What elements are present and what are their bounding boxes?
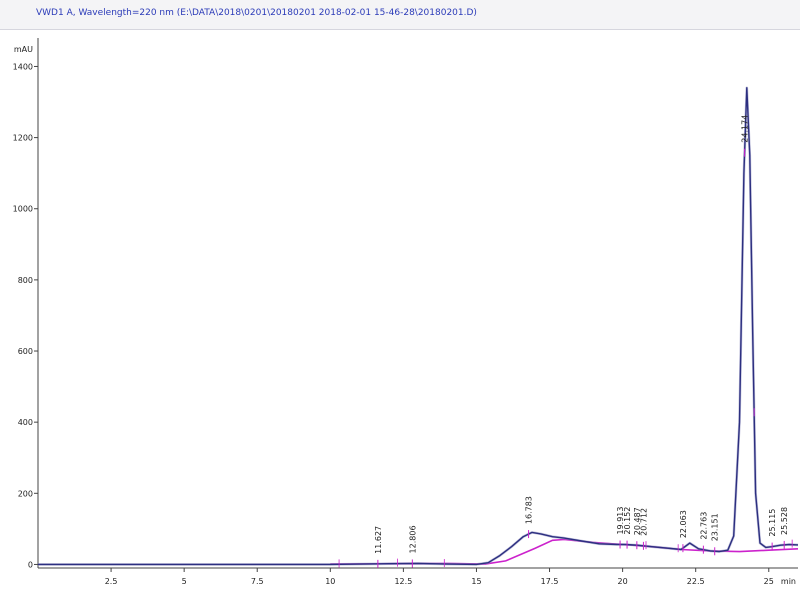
peak-label: 12.806 — [408, 525, 417, 553]
x-tick-label: 25 — [764, 577, 774, 586]
peak-label: 16.783 — [525, 496, 534, 524]
x-tick-label: 7.5 — [251, 577, 264, 586]
axes: 0 200 400 600 800 1000 1200 1400 mAU 2.5 5 7.5 10 12.… — [13, 38, 798, 586]
x-tick-label: 12.5 — [394, 577, 412, 586]
peak-label: 25.528 — [780, 507, 789, 535]
x-axis-label: min — [781, 577, 796, 586]
y-axis-label: mAU — [14, 45, 33, 54]
x-tick-label: 2.5 — [105, 577, 118, 586]
y-tick-label: 200 — [18, 489, 33, 498]
peak-label: 20.152 — [623, 507, 632, 535]
baseline-line — [330, 538, 799, 565]
peak-label: 22.763 — [699, 512, 708, 540]
signal-line — [38, 87, 799, 566]
y-tick-label: 800 — [18, 276, 33, 285]
peak-annotations: 11.627 12.80616.783 19.91320.152 20.48720.7… — [338, 115, 793, 568]
chromatogram-window: VWD1 A, Wavelength=220 nm (E:\DATA\2018\… — [0, 0, 800, 600]
y-tick-label: 600 — [18, 347, 33, 356]
peak-label: 23.151 — [711, 513, 720, 541]
y-tick-label: 1400 — [13, 62, 33, 71]
y-tick-label: 1000 — [13, 205, 33, 214]
x-tick-label: 17.5 — [541, 577, 559, 586]
x-tick-label: 5 — [182, 577, 187, 586]
chromatogram-chart: 0 200 400 600 800 1000 1200 1400 mAU 2.5 5 7.5 10 12.… — [13, 38, 799, 586]
x-tick-label: 15 — [471, 577, 481, 586]
y-tick-label: 400 — [18, 418, 33, 427]
x-tick-label: 20 — [618, 577, 628, 586]
x-tick-label: 22.5 — [687, 577, 705, 586]
peak-label: 22.063 — [679, 510, 688, 538]
y-tick-label: 1200 — [13, 134, 33, 143]
x-tick-label: 10 — [325, 577, 335, 586]
y-tick-label: 0 — [28, 560, 33, 569]
peak-label: 24.174 — [741, 115, 750, 143]
baseline-series — [330, 538, 799, 565]
signal-series — [38, 86, 799, 566]
peak-label: 25.115 — [768, 509, 777, 537]
peak-label: 11.627 — [374, 526, 383, 554]
peak-label: 20.712 — [639, 508, 648, 536]
signal-line-halo — [38, 86, 799, 566]
